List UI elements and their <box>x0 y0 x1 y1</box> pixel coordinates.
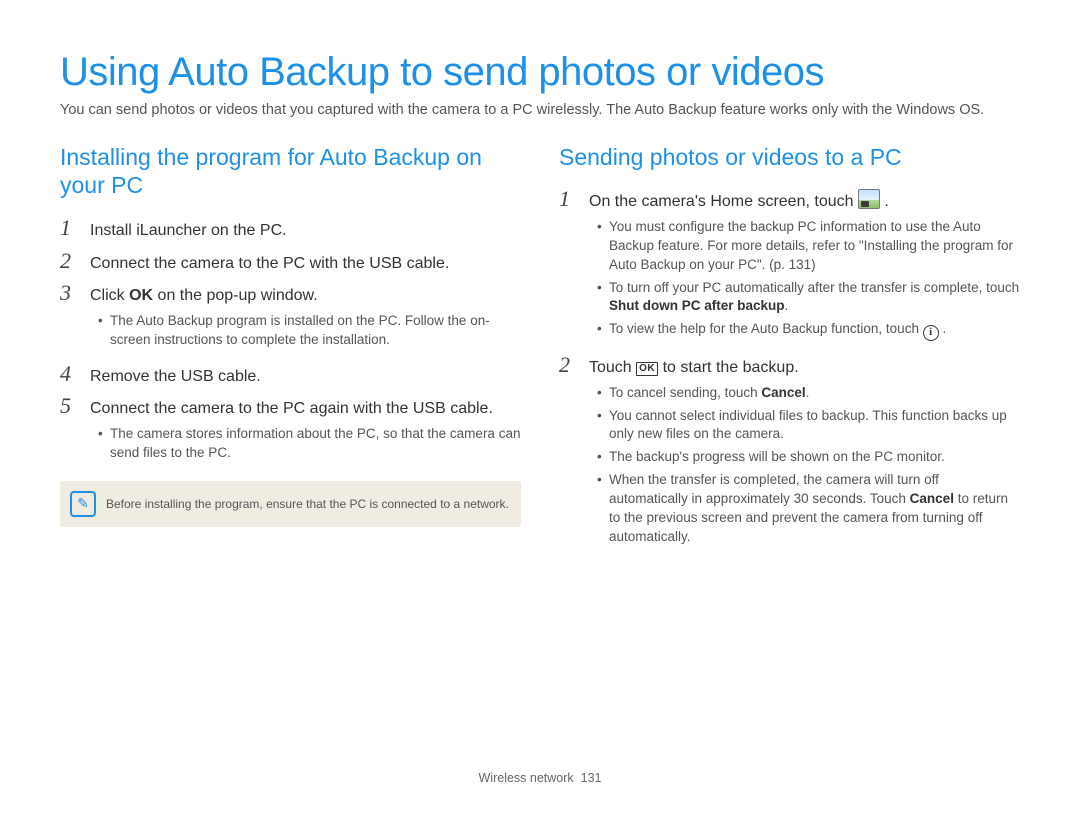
left-step-2: 2 Connect the camera to the PC with the … <box>60 247 521 276</box>
step-number: 1 <box>60 214 78 243</box>
left-column: Installing the program for Auto Backup o… <box>60 143 521 557</box>
step-text: Click OK on the pop-up window. <box>90 284 318 307</box>
text-fragment: on the pop-up window. <box>153 287 318 304</box>
sub-item: The camera stores information about the … <box>98 425 521 463</box>
left-step-5-sub: The camera stores information about the … <box>98 425 521 463</box>
sub-item: You must configure the backup PC informa… <box>597 218 1020 275</box>
text-fragment: Touch <box>589 359 636 376</box>
left-step-3: 3 Click OK on the pop-up window. <box>60 279 521 308</box>
bold-cancel: Cancel <box>910 491 954 506</box>
text-fragment: . <box>785 298 789 313</box>
text-fragment: To cancel sending, touch <box>609 385 761 400</box>
step-text: Remove the USB cable. <box>90 365 261 388</box>
sub-item: The backup's progress will be shown on t… <box>597 448 1020 467</box>
text-fragment: To turn off your PC automatically after … <box>609 280 1019 295</box>
text-fragment: On the camera's Home screen, touch <box>589 193 858 210</box>
info-icon: i <box>923 325 939 341</box>
step-text: Install iLauncher on the PC. <box>90 219 287 242</box>
text-fragment: . <box>806 385 810 400</box>
text-fragment: When the transfer is completed, the came… <box>609 472 939 506</box>
right-heading: Sending photos or videos to a PC <box>559 143 1020 172</box>
sub-item: To cancel sending, touch Cancel. <box>597 384 1020 403</box>
page-title: Using Auto Backup to send photos or vide… <box>60 50 1020 95</box>
right-column: Sending photos or videos to a PC 1 On th… <box>559 143 1020 557</box>
content-columns: Installing the program for Auto Backup o… <box>60 143 1020 557</box>
right-step-2: 2 Touch OK to start the backup. <box>559 351 1020 380</box>
right-step-1: 1 On the camera's Home screen, touch . <box>559 185 1020 214</box>
left-step-5: 5 Connect the camera to the PC again wit… <box>60 392 521 421</box>
text-fragment: to start the backup. <box>658 359 799 376</box>
intro-text: You can send photos or videos that you c… <box>60 101 1020 121</box>
step-number: 2 <box>60 247 78 276</box>
step-number: 2 <box>559 351 577 380</box>
sub-item: You cannot select individual files to ba… <box>597 407 1020 445</box>
bold-cancel: Cancel <box>761 385 805 400</box>
step-number: 4 <box>60 360 78 389</box>
step-text: Connect the camera to the PC again with … <box>90 397 493 420</box>
right-step-2-sub: To cancel sending, touch Cancel. You can… <box>597 384 1020 547</box>
footer-page-number: 131 <box>581 771 602 785</box>
left-step-1: 1 Install iLauncher on the PC. <box>60 214 521 243</box>
left-heading: Installing the program for Auto Backup o… <box>60 143 521 201</box>
step-number: 3 <box>60 279 78 308</box>
note-icon: ✎ <box>70 491 96 517</box>
step-text: Touch OK to start the backup. <box>589 356 799 379</box>
text-fragment: . <box>939 321 947 336</box>
text-fragment: To view the help for the Auto Backup fun… <box>609 321 923 336</box>
bold-ok: OK <box>129 287 153 304</box>
text-fragment: Click <box>90 287 129 304</box>
bold-shutdown: Shut down PC after backup <box>609 298 785 313</box>
sub-item: When the transfer is completed, the came… <box>597 471 1020 547</box>
note-box: ✎ Before installing the program, ensure … <box>60 481 521 527</box>
step-text: Connect the camera to the PC with the US… <box>90 252 449 275</box>
step-number: 1 <box>559 185 577 214</box>
left-step-4: 4 Remove the USB cable. <box>60 360 521 389</box>
auto-backup-icon <box>858 189 880 209</box>
sub-item: To turn off your PC automatically after … <box>597 279 1020 317</box>
ok-icon: OK <box>636 362 658 376</box>
left-step-3-sub: The Auto Backup program is installed on … <box>98 312 521 350</box>
step-text: On the camera's Home screen, touch . <box>589 189 889 213</box>
footer-section: Wireless network <box>479 771 574 785</box>
sub-item: The Auto Backup program is installed on … <box>98 312 521 350</box>
sub-item: To view the help for the Auto Backup fun… <box>597 320 1020 341</box>
manual-page: Using Auto Backup to send photos or vide… <box>0 0 1080 815</box>
note-text: Before installing the program, ensure th… <box>106 497 509 511</box>
right-step-1-sub: You must configure the backup PC informa… <box>597 218 1020 341</box>
page-footer: Wireless network 131 <box>0 771 1080 785</box>
step-number: 5 <box>60 392 78 421</box>
text-fragment: . <box>880 193 889 210</box>
